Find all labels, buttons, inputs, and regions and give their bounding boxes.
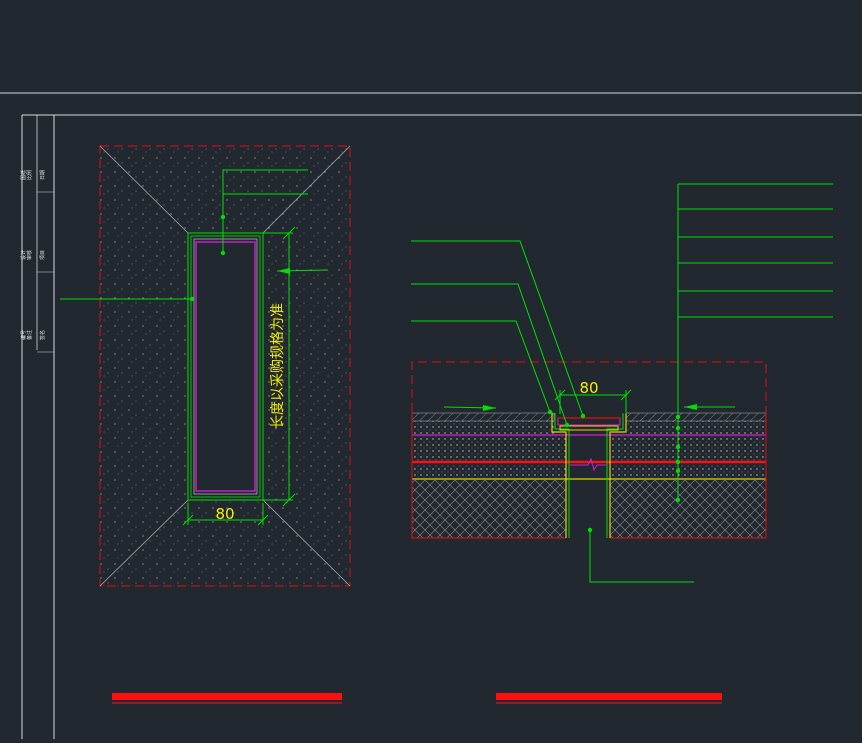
gravel-right	[610, 480, 766, 538]
plan-leader-dot-2	[220, 214, 226, 220]
title-block-cell: 编号	[20, 330, 27, 340]
paving-left	[411, 412, 555, 422]
concrete-left	[412, 436, 566, 461]
paving-right	[625, 412, 767, 422]
sub-layer-left	[412, 464, 566, 478]
section-dot-2	[564, 422, 570, 428]
title-block-cell: 项目	[40, 250, 46, 260]
title-block-cell: 设计	[20, 250, 27, 260]
title-block-cell: 比例	[26, 170, 33, 180]
plan-length-note: 长度以采购规格为准	[270, 303, 286, 429]
section-leader-left-1	[411, 240, 584, 417]
title-block-cell: 图纸	[20, 170, 27, 180]
section-dot-10	[587, 527, 593, 533]
mortar-right	[626, 421, 766, 435]
section-view: 80	[411, 183, 833, 583]
section-dot-8	[675, 468, 681, 474]
view-title-bars	[112, 693, 722, 704]
plan-leader-dot-3	[189, 296, 195, 302]
section-dot-6	[675, 444, 681, 450]
mortar-left	[412, 421, 554, 435]
section-leaders-left	[411, 240, 584, 426]
drain-outer-frame	[187, 232, 264, 501]
plan-view: 长度以采购规格为准 80	[60, 145, 351, 587]
title-block-cell: 日期	[40, 170, 46, 180]
title-block-cell: 审核	[26, 250, 33, 260]
cad-viewport: 图纸 比例 日期设计 审核 项目编号 备注 签名 长度以采购规格为准 80 80	[0, 92, 862, 739]
concrete-right	[610, 436, 766, 461]
gravel-left	[412, 480, 566, 538]
sub-layer-right	[610, 464, 766, 478]
section-dot-5	[675, 425, 681, 431]
cad-drawing-canvas: 图纸 比例 日期 设计 审核 项目 编号 备注 签名 长度以采购规格为准 80 …	[0, 0, 862, 739]
section-dot-7	[675, 459, 681, 465]
section-title-bar	[496, 693, 722, 700]
break-symbol	[570, 457, 606, 472]
section-dot-1	[580, 413, 586, 419]
section-dot-4	[675, 414, 681, 420]
title-block-cell: 签名	[39, 330, 46, 340]
section-leader-left-3	[411, 320, 551, 413]
section-width-dimension: 80	[579, 379, 598, 397]
plan-title-bar	[112, 693, 342, 700]
section-arrowhead-right	[684, 404, 697, 410]
section-dot-9	[675, 497, 681, 503]
section-dot-3	[547, 409, 553, 415]
section-arrowhead-left	[483, 405, 496, 411]
plan-width-dimension: 80	[215, 505, 234, 523]
title-block-cell: 备注	[26, 330, 33, 340]
plan-leader-dot-1	[220, 250, 226, 256]
